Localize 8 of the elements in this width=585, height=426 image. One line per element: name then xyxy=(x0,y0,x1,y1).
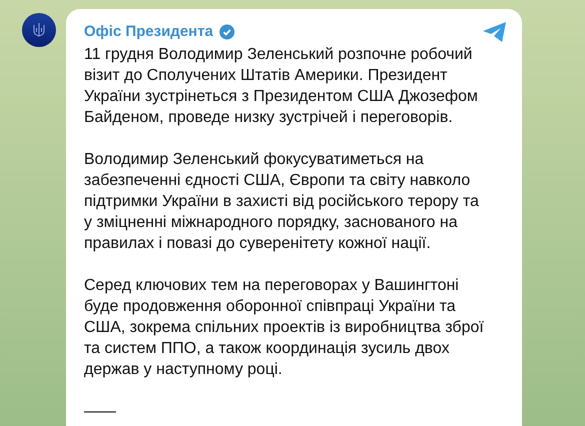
post-paragraph: Серед ключових тем на переговорах у Вашингтоні буде продовження оборонної співпраці України та США, зокрема спільних проектів із виробництва зброї та систем ППО, а також координація зусиль двох держав у наступному році. xyxy=(84,276,484,380)
paper-plane-icon[interactable] xyxy=(482,21,508,43)
post-paragraph: —— xyxy=(84,402,117,422)
post-paragraph: Володимир Зеленський фокусуватиметься на забезпеченні єдності США, Європи та світу навколо підтримки України в захисті від російського терору та у зміцненні міжнародного порядку, заснованого на правилах і повазі до суверенітету кожної нації. xyxy=(84,150,480,254)
channel-avatar[interactable] xyxy=(22,13,56,47)
trident-icon xyxy=(33,22,45,38)
post-paragraph: 11 грудня Володимир Зеленський розпочне робочий візит до Сполучених Штатів Америки. Президент України зустрінеться з Президентом США Джозефом Байденом, проведе низку зустрічей і переговорів. xyxy=(84,45,479,128)
channel-name[interactable]: Офіс Президента xyxy=(84,22,214,42)
